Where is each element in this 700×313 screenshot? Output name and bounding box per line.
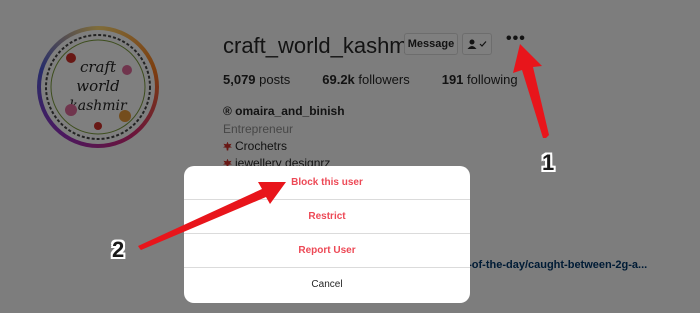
callout-1: 1 [542,150,555,175]
cancel-button[interactable]: Cancel [184,268,470,302]
block-user-button[interactable]: Block this user [184,166,470,200]
callout-2: 2 [112,237,125,262]
user-options-dialog: Block this user Restrict Report User Can… [184,166,470,303]
report-user-button[interactable]: Report User [184,234,470,268]
restrict-button[interactable]: Restrict [184,200,470,234]
